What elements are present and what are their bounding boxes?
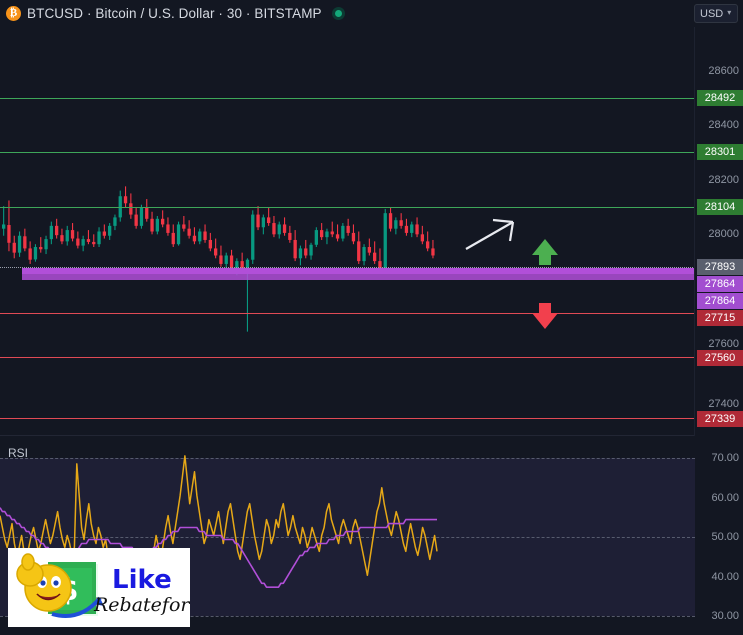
axis-tick-28600: 28600 (708, 65, 739, 77)
rsi-tick-60: 60.00 (711, 492, 739, 504)
currency-label: USD (700, 7, 724, 20)
price-tag-last-27893[interactable]: 27893 (697, 259, 743, 275)
support-line-27715[interactable] (0, 313, 695, 314)
symbol-title[interactable]: BTCUSD · Bitcoin / U.S. Dollar · 30 · BI… (27, 6, 322, 21)
rsi-tick-50: 50.00 (711, 531, 739, 543)
support-line-27560[interactable] (0, 357, 695, 358)
resistance-line-28104[interactable] (0, 207, 695, 208)
support-line-27339[interactable] (0, 418, 695, 419)
axis-tick-27400: 27400 (708, 398, 739, 410)
candlestick-series (2, 186, 435, 332)
rsi-tick-70: 70.00 (711, 452, 739, 464)
price-tag-28301[interactable]: 28301 (697, 144, 743, 160)
market-status-dot (331, 7, 345, 20)
rebateforex-logo-icon: $ Like Reba (16, 553, 190, 618)
price-tag-27560[interactable]: 27560 (697, 350, 743, 366)
price-tag-28492[interactable]: 28492 (697, 90, 743, 106)
chevron-down-icon: ▾ (727, 8, 732, 17)
price-tag-zone-upper-27864[interactable]: 27864 (697, 276, 743, 292)
price-chart-pane[interactable] (0, 27, 695, 436)
price-axis[interactable]: 28600 28400 28200 28000 27600 27400 2849… (695, 27, 743, 635)
price-tag-zone-lower-27864[interactable]: 27864 (697, 293, 743, 309)
rsi-title[interactable]: RSI (8, 446, 28, 460)
price-tag-27715[interactable]: 27715 (697, 310, 743, 326)
axis-tick-27600: 27600 (708, 338, 739, 350)
rsi-tick-40: 40.00 (711, 571, 739, 583)
watermark-logo: $ Like Reba (8, 548, 190, 627)
brand-primary: Like (112, 565, 172, 595)
axis-tick-28400: 28400 (708, 119, 739, 131)
axis-tick-28200: 28200 (708, 174, 739, 186)
supply-zone-lower[interactable] (22, 274, 695, 280)
bitcoin-icon: ₿ (6, 6, 21, 21)
axis-tick-28000: 28000 (708, 228, 739, 240)
rsi-tick-30: 30.00 (711, 610, 739, 622)
chart-header: ₿ BTCUSD · Bitcoin / U.S. Dollar · 30 · … (0, 0, 743, 27)
currency-selector[interactable]: USD ▾ (694, 4, 738, 23)
price-tag-28104[interactable]: 28104 (697, 199, 743, 215)
resistance-line-28301[interactable] (0, 152, 695, 153)
brand-secondary: Rebateforex (93, 594, 190, 616)
resistance-line-28492[interactable] (0, 98, 695, 99)
price-tag-27339[interactable]: 27339 (697, 411, 743, 427)
trading-chart-screen: ₿ BTCUSD · Bitcoin / U.S. Dollar · 30 · … (0, 0, 743, 635)
